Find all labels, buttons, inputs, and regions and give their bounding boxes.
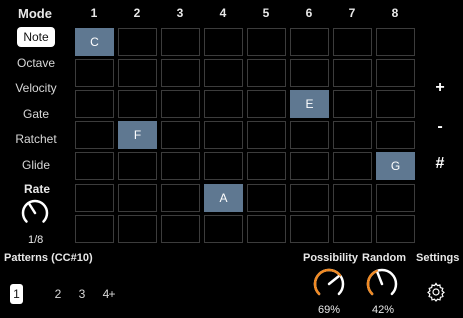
gear-icon[interactable] [426,282,446,302]
column-number: 3 [176,6,184,20]
column-number: 6 [305,6,313,20]
column-number: 5 [262,6,270,20]
grid-cell[interactable] [118,28,157,56]
settings-label: Settings [416,252,460,264]
grid-cell[interactable] [290,184,329,212]
grid-cell[interactable] [118,90,157,118]
column-number: 8 [391,6,399,20]
possibility-label: Possibility [303,252,359,264]
patterns-title: Patterns (CC#10) [4,252,93,264]
grid-cell[interactable] [118,215,157,243]
grid-cell[interactable] [75,90,114,118]
grid-cell[interactable] [161,59,200,87]
column-number: 2 [133,6,141,20]
pattern-tab-3[interactable]: 3 [74,287,90,301]
grid-cell[interactable] [376,215,415,243]
mode-gate[interactable]: Gate [0,107,76,121]
grid-cell[interactable] [290,121,329,149]
grid-cell[interactable] [204,152,243,180]
grid-cell[interactable] [75,59,114,87]
grid-cell[interactable] [376,121,415,149]
grid-cell[interactable]: C [75,28,114,56]
grid-cell[interactable] [376,28,415,56]
random-knob[interactable] [364,266,400,302]
grid-cell[interactable] [333,152,372,180]
rate-label: Rate [24,182,51,196]
grid-cell[interactable] [333,184,372,212]
column-number: 1 [90,6,98,20]
mode-note[interactable]: Note [0,27,76,47]
mode-label: Note [17,27,55,47]
grid-cell[interactable]: E [290,90,329,118]
mode-ratchet[interactable]: Ratchet [0,132,76,146]
mode-header: Mode [18,6,52,21]
possibility-knob[interactable] [311,266,347,302]
grid-cell[interactable] [118,152,157,180]
grid-cell[interactable] [204,215,243,243]
grid-cell[interactable] [247,215,286,243]
grid-cell[interactable] [75,184,114,212]
grid-cell[interactable]: G [376,152,415,180]
grid-cell[interactable] [333,28,372,56]
minus-button[interactable]: - [430,118,450,136]
rate-knob[interactable] [19,197,51,229]
grid-cell[interactable] [118,184,157,212]
grid-cell[interactable] [247,90,286,118]
grid-cell[interactable] [161,152,200,180]
mode-label: Ratchet [15,132,57,146]
rate-value: 1/8 [28,234,44,246]
grid-cell[interactable] [161,28,200,56]
random-value: 42% [372,304,395,316]
column-number: 4 [219,6,227,20]
grid-cell[interactable] [247,121,286,149]
grid-cell[interactable] [75,152,114,180]
mode-label: Gate [22,107,49,121]
grid-cell[interactable] [161,184,200,212]
grid-cell[interactable] [333,59,372,87]
grid-cell[interactable] [333,121,372,149]
possibility-value: 69% [318,304,341,316]
grid-cell[interactable]: F [118,121,157,149]
grid-cell[interactable] [204,90,243,118]
grid-cell[interactable] [247,184,286,212]
mode-glide[interactable]: Glide [0,158,76,172]
grid-cell[interactable] [204,28,243,56]
grid-cell[interactable]: A [204,184,243,212]
grid-cell[interactable] [161,90,200,118]
grid-cell[interactable] [333,90,372,118]
column-number: 7 [348,6,356,20]
random-label: Random [362,252,406,264]
grid-cell[interactable] [161,215,200,243]
grid-cell[interactable] [376,59,415,87]
grid-cell[interactable] [290,152,329,180]
grid-cell[interactable] [75,121,114,149]
pattern-tab-2[interactable]: 2 [50,287,66,301]
grid-cell[interactable] [376,184,415,212]
mode-octave[interactable]: Octave [0,56,76,70]
plus-button[interactable]: + [430,79,450,97]
mode-label: Velocity [15,81,57,95]
grid-cell[interactable] [333,215,372,243]
grid-cell[interactable] [161,121,200,149]
grid-cell[interactable] [376,90,415,118]
add-pattern-button[interactable]: + [104,287,120,301]
grid-cell[interactable] [290,59,329,87]
grid-cell[interactable] [247,152,286,180]
grid-cell[interactable] [247,28,286,56]
mode-label: Glide [21,158,50,172]
grid-cell[interactable] [204,59,243,87]
pattern-tab-1[interactable]: 1 [10,284,23,304]
mode-velocity[interactable]: Velocity [0,81,76,95]
grid-cell[interactable] [247,59,286,87]
grid-cell[interactable] [290,215,329,243]
grid-cell[interactable] [204,121,243,149]
grid-cell[interactable] [290,28,329,56]
mode-label: Octave [16,56,55,70]
hash-button[interactable]: # [430,155,450,173]
grid-cell[interactable] [118,59,157,87]
grid-cell[interactable] [75,215,114,243]
